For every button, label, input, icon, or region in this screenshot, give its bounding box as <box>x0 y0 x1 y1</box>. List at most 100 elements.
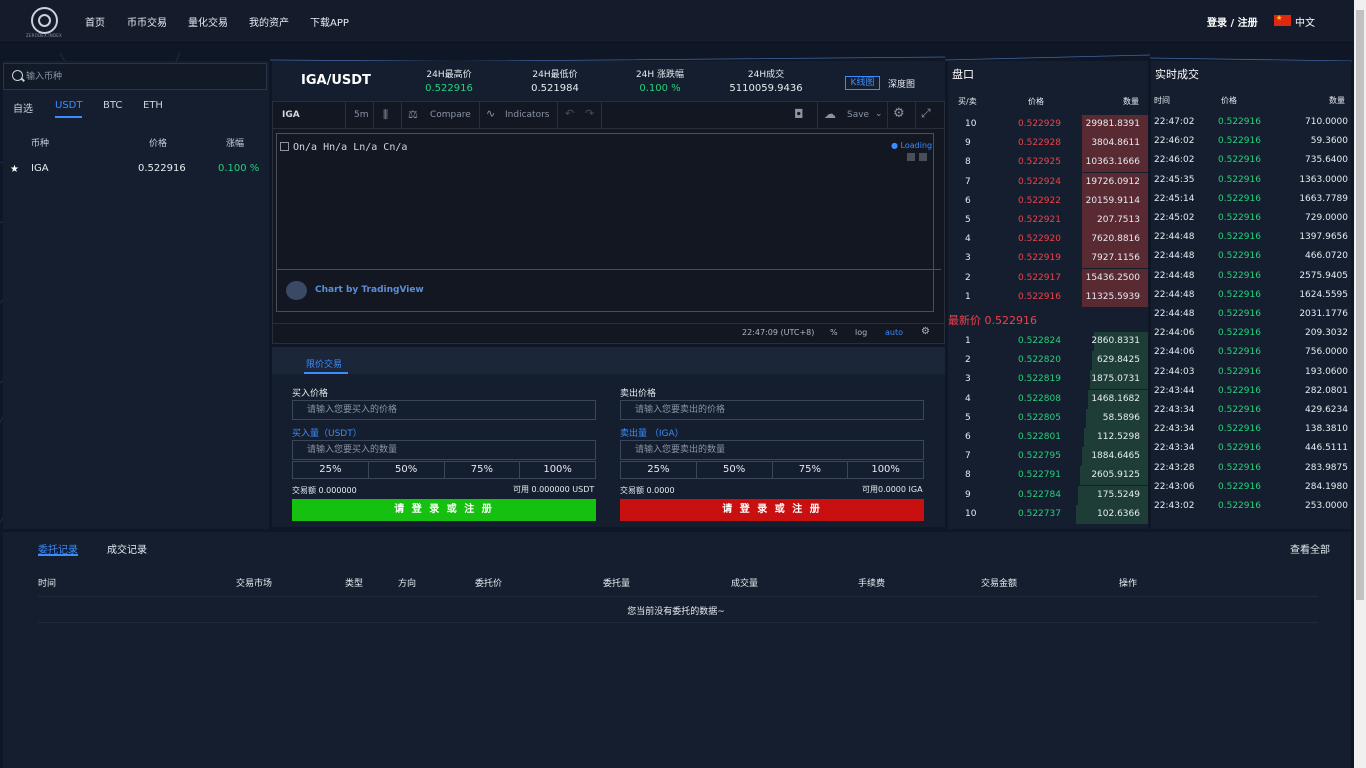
bid-row[interactable]: 1 0.522824 2860.8331 <box>948 332 1148 351</box>
bid-row[interactable]: 6 0.522801 112.5298 <box>948 428 1148 447</box>
bid-row[interactable]: 10 0.522737 102.6366 <box>948 504 1148 524</box>
logo-text: ZERODEX.INDEX <box>26 33 62 38</box>
buy-price-input[interactable] <box>292 400 596 420</box>
auto-toggle[interactable]: auto <box>885 328 903 337</box>
undo-icon[interactable]: ↶ <box>565 107 574 120</box>
sell-amount-input[interactable] <box>620 440 924 460</box>
ask-row[interactable]: 1 0.522916 11325.5939 <box>948 287 1148 307</box>
chart-settings-icon[interactable]: ⚙ <box>921 326 930 337</box>
favorite-star-icon[interactable]: ★ <box>10 164 19 175</box>
ask-index: 5 <box>965 215 971 225</box>
ask-row[interactable]: 8 0.522925 10363.1666 <box>948 153 1148 173</box>
login-register-link[interactable]: 登录 / 注册 <box>1207 14 1258 29</box>
ask-qty: 7927.1156 <box>1091 253 1140 264</box>
sell-100-button[interactable]: 100% <box>848 462 923 478</box>
collapse-icon[interactable] <box>280 142 289 151</box>
language-selector[interactable]: 中文 <box>1295 14 1315 29</box>
bid-row[interactable]: 7 0.522795 1884.6465 <box>948 447 1148 467</box>
cloud-icon[interactable]: ☁ <box>824 107 836 121</box>
percent-toggle[interactable]: % <box>830 328 838 337</box>
tab-eth[interactable]: ETH <box>143 100 163 111</box>
tradingview-logo-icon[interactable] <box>286 281 307 300</box>
ask-row[interactable]: 2 0.522917 15436.2500 <box>948 268 1148 288</box>
sell-login-button[interactable]: 请 登 录 或 注 册 <box>620 499 924 521</box>
sell-50-button[interactable]: 50% <box>697 462 773 478</box>
buy-75-button[interactable]: 75% <box>445 462 521 478</box>
tab-trade-history[interactable]: 成交记录 <box>107 541 147 556</box>
view-all-link[interactable]: 查看全部 <box>1290 541 1330 556</box>
camera-icon[interactable]: ◘ <box>794 107 804 121</box>
nav-home[interactable]: 首页 <box>85 14 105 29</box>
bid-qty: 1468.1682 <box>1091 393 1140 404</box>
redo-icon[interactable]: ↷ <box>585 107 594 120</box>
tab-limit-order[interactable]: 限价交易 <box>306 357 342 370</box>
market-row-symbol[interactable]: IGA <box>31 163 49 174</box>
bid-row[interactable]: 4 0.522808 1468.1682 <box>948 389 1148 409</box>
chart-symbol[interactable]: IGA <box>282 110 300 120</box>
pane-up-icon[interactable] <box>907 153 915 161</box>
sell-price-label: 卖出价格 <box>620 389 657 399</box>
compare-icon[interactable]: ⚖ <box>408 108 418 121</box>
ask-row[interactable]: 10 0.522929 29981.8391 <box>948 115 1148 134</box>
ask-price: 0.522917 <box>1018 272 1061 283</box>
sell-75-button[interactable]: 75% <box>773 462 849 478</box>
sell-25-button[interactable]: 25% <box>621 462 697 478</box>
recent-trades-title: 实时成交 <box>1155 68 1199 81</box>
nav-spot-trading[interactable]: 币币交易 <box>127 14 167 29</box>
buy-50-button[interactable]: 50% <box>369 462 445 478</box>
tradingview-attribution[interactable]: Chart by TradingView <box>315 285 424 295</box>
scrollbar-thumb[interactable] <box>1356 10 1364 600</box>
nav-quant-trading[interactable]: 量化交易 <box>188 14 228 29</box>
log-toggle[interactable]: log <box>855 328 867 337</box>
gear-icon[interactable]: ⚙ <box>893 106 905 121</box>
logo-icon[interactable] <box>31 7 58 34</box>
ask-row[interactable]: 5 0.522921 207.7513 <box>948 211 1148 230</box>
ask-row[interactable]: 3 0.522919 7927.1156 <box>948 249 1148 269</box>
bid-row[interactable]: 2 0.522820 629.8425 <box>948 351 1148 371</box>
interval-button[interactable]: 5m <box>354 110 369 120</box>
bid-index: 1 <box>965 336 971 346</box>
trade-qty: 59.3600 <box>1310 136 1348 147</box>
buy-25-button[interactable]: 25% <box>293 462 369 478</box>
china-flag-icon[interactable]: ★ <box>1274 14 1291 26</box>
ask-row[interactable]: 7 0.522924 19726.0912 <box>948 172 1148 192</box>
bid-row[interactable]: 5 0.522805 58.5896 <box>948 408 1148 428</box>
indicators-button[interactable]: Indicators <box>505 110 549 120</box>
tab-usdt[interactable]: USDT <box>55 100 82 111</box>
tab-favorites[interactable]: 自选 <box>13 100 33 115</box>
compare-button[interactable]: Compare <box>430 110 471 120</box>
orders-header-side: 方向 <box>398 579 417 589</box>
chevron-down-icon[interactable]: ⌄ <box>875 109 883 119</box>
trades-header-qty: 数量 <box>1329 96 1345 105</box>
bid-row[interactable]: 8 0.522791 2605.9125 <box>948 466 1148 486</box>
bid-row[interactable]: 3 0.522819 1875.0731 <box>948 370 1148 390</box>
ask-row[interactable]: 4 0.522920 7620.8816 <box>948 230 1148 250</box>
orders-header-fee: 手续费 <box>858 579 886 589</box>
market-header-symbol: 币种 <box>31 139 50 149</box>
depth-tab[interactable]: 深度图 <box>888 77 915 90</box>
trade-qty: 446.5111 <box>1305 443 1348 454</box>
nav-my-assets[interactable]: 我的资产 <box>249 14 289 29</box>
nav-download-app[interactable]: 下载APP <box>310 14 349 29</box>
bid-qty: 102.6366 <box>1097 508 1140 519</box>
indicators-icon[interactable]: ∿ <box>486 107 495 120</box>
trade-qty: 710.0000 <box>1305 117 1348 127</box>
buy-login-button[interactable]: 请 登 录 或 注 册 <box>292 499 596 521</box>
sell-price-input[interactable] <box>620 400 924 420</box>
ask-row[interactable]: 9 0.522928 3804.8611 <box>948 134 1148 154</box>
fullscreen-icon[interactable]: ⤢ <box>921 106 931 121</box>
buy-amount-input[interactable] <box>292 440 596 460</box>
candle-style-icon[interactable]: ⫼ <box>383 108 388 122</box>
bid-qty: 1875.0731 <box>1091 374 1140 385</box>
ask-qty: 19726.0912 <box>1085 176 1140 187</box>
market-header-price: 价格 <box>149 139 168 149</box>
ask-price: 0.522921 <box>1018 215 1061 225</box>
market-search-input[interactable] <box>26 67 256 86</box>
ask-row[interactable]: 6 0.522922 20159.9114 <box>948 191 1148 211</box>
buy-100-button[interactable]: 100% <box>520 462 595 478</box>
pane-down-icon[interactable] <box>919 153 927 161</box>
tab-btc[interactable]: BTC <box>103 100 122 111</box>
bid-row[interactable]: 9 0.522784 175.5249 <box>948 485 1148 505</box>
save-button[interactable]: Save <box>847 110 869 120</box>
kline-tab[interactable]: K线图 <box>845 76 880 90</box>
